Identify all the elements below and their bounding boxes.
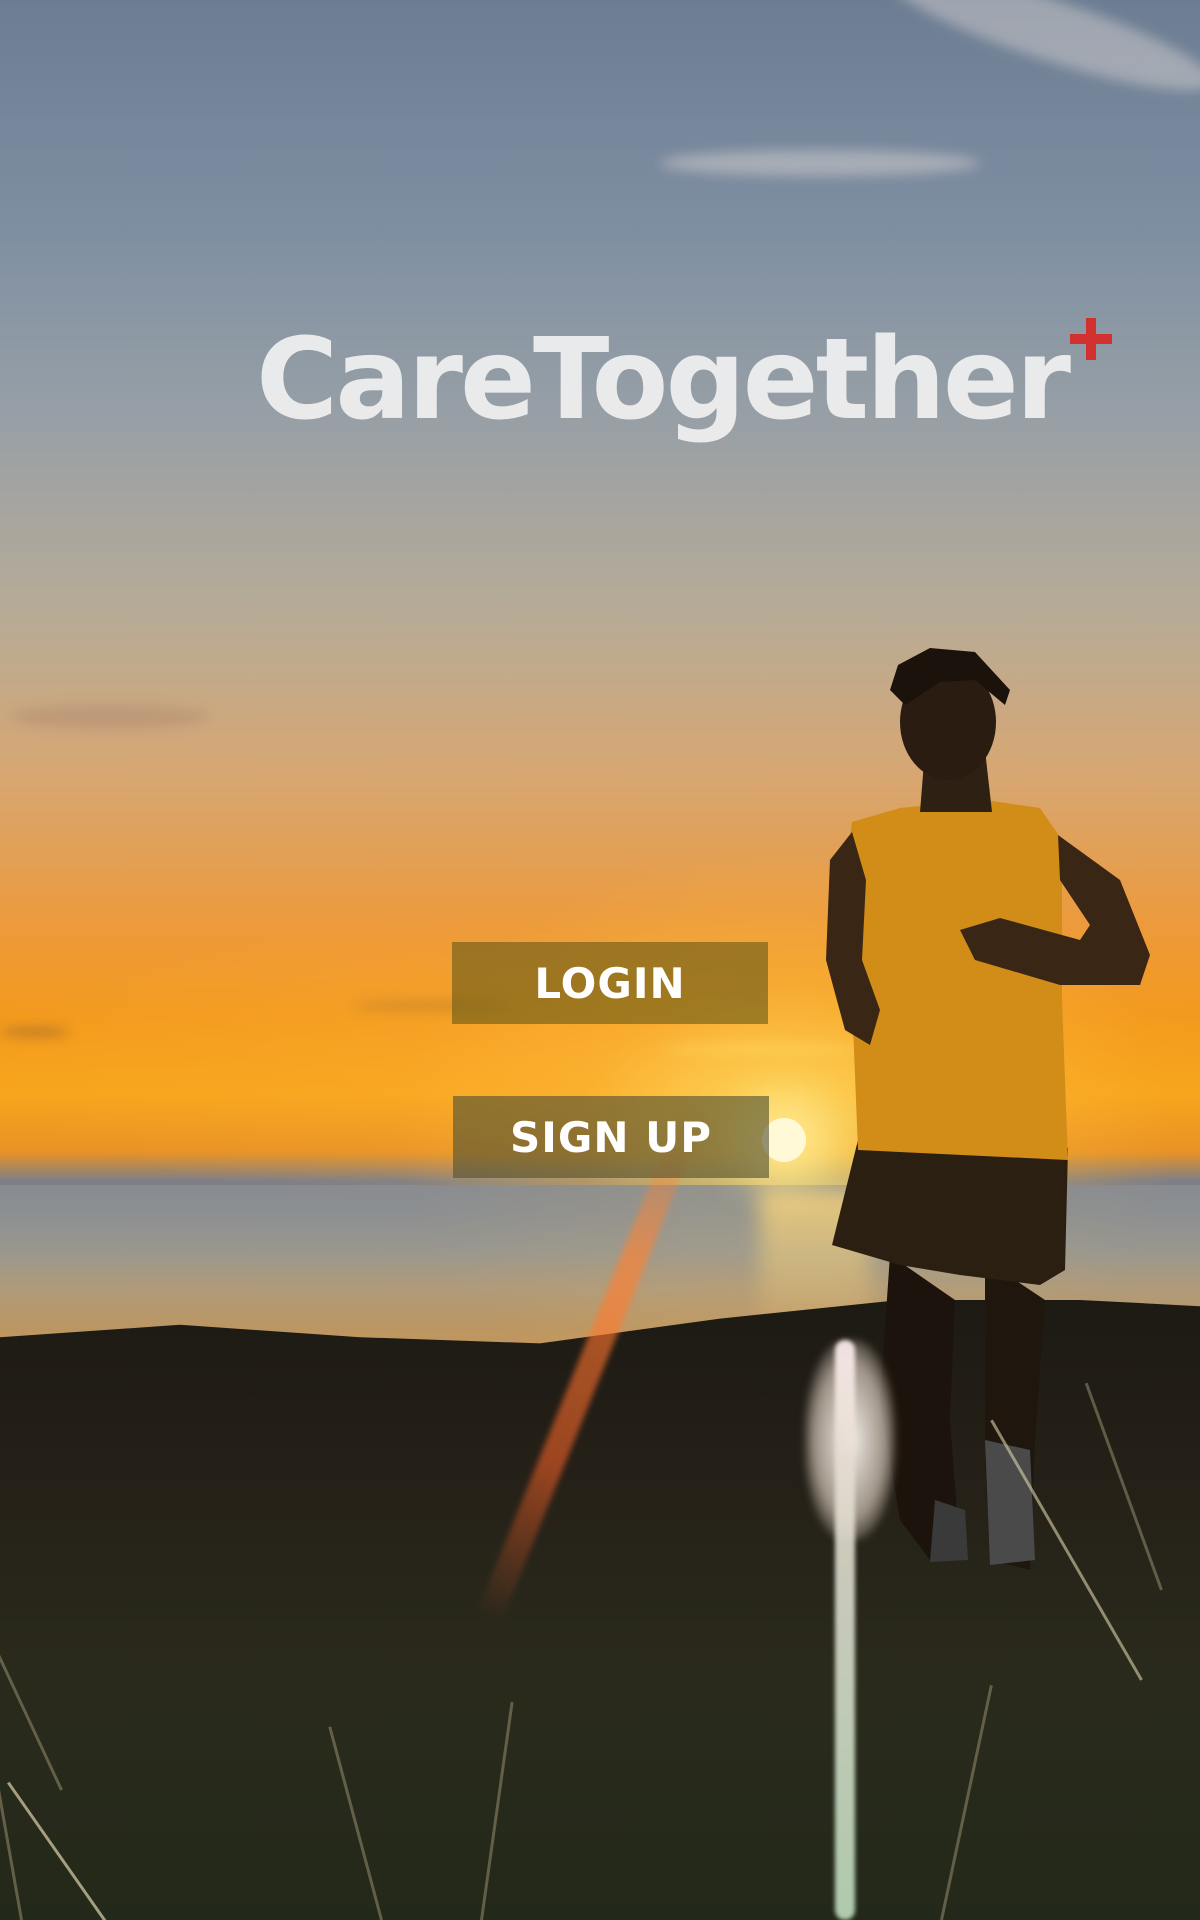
app-logo: CareTogether — [256, 310, 1113, 445]
login-button[interactable]: LOGIN — [452, 942, 768, 1024]
app-logo-text: CareTogether — [256, 315, 1071, 445]
signup-button[interactable]: SIGN UP — [453, 1096, 769, 1178]
plus-icon — [1070, 318, 1113, 360]
flower-stem — [835, 1340, 855, 1920]
welcome-screen: CareTogether LOGIN SIGN UP — [0, 0, 1200, 1920]
